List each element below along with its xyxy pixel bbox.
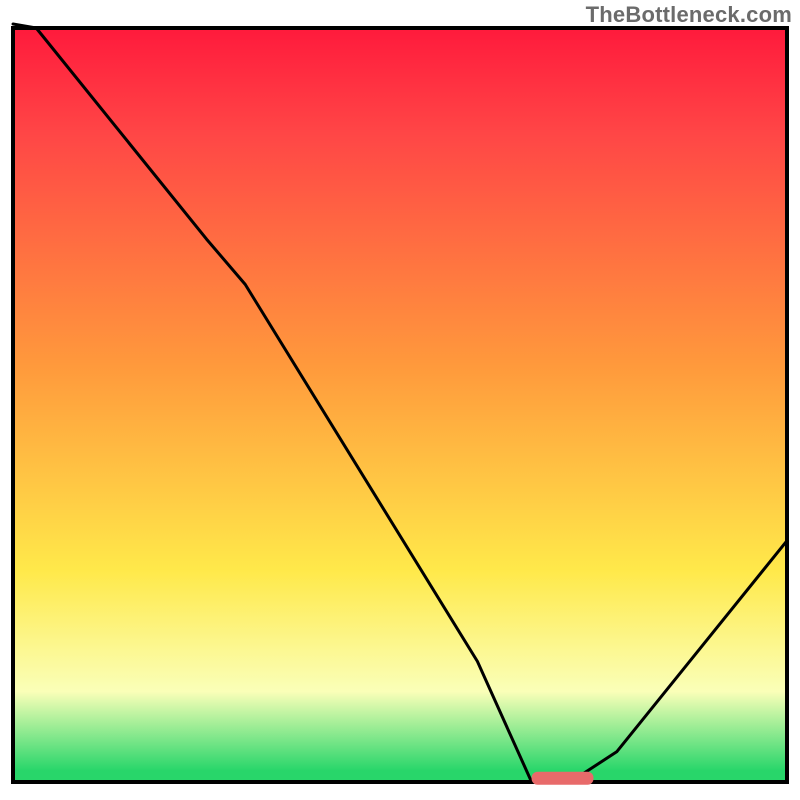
optimal-marker (532, 772, 594, 785)
chart-container: { "watermark": "TheBottleneck.com", "col… (0, 0, 800, 800)
plot-area (13, 24, 787, 785)
watermark-text: TheBottleneck.com (586, 2, 792, 28)
bottleneck-chart (0, 0, 800, 800)
